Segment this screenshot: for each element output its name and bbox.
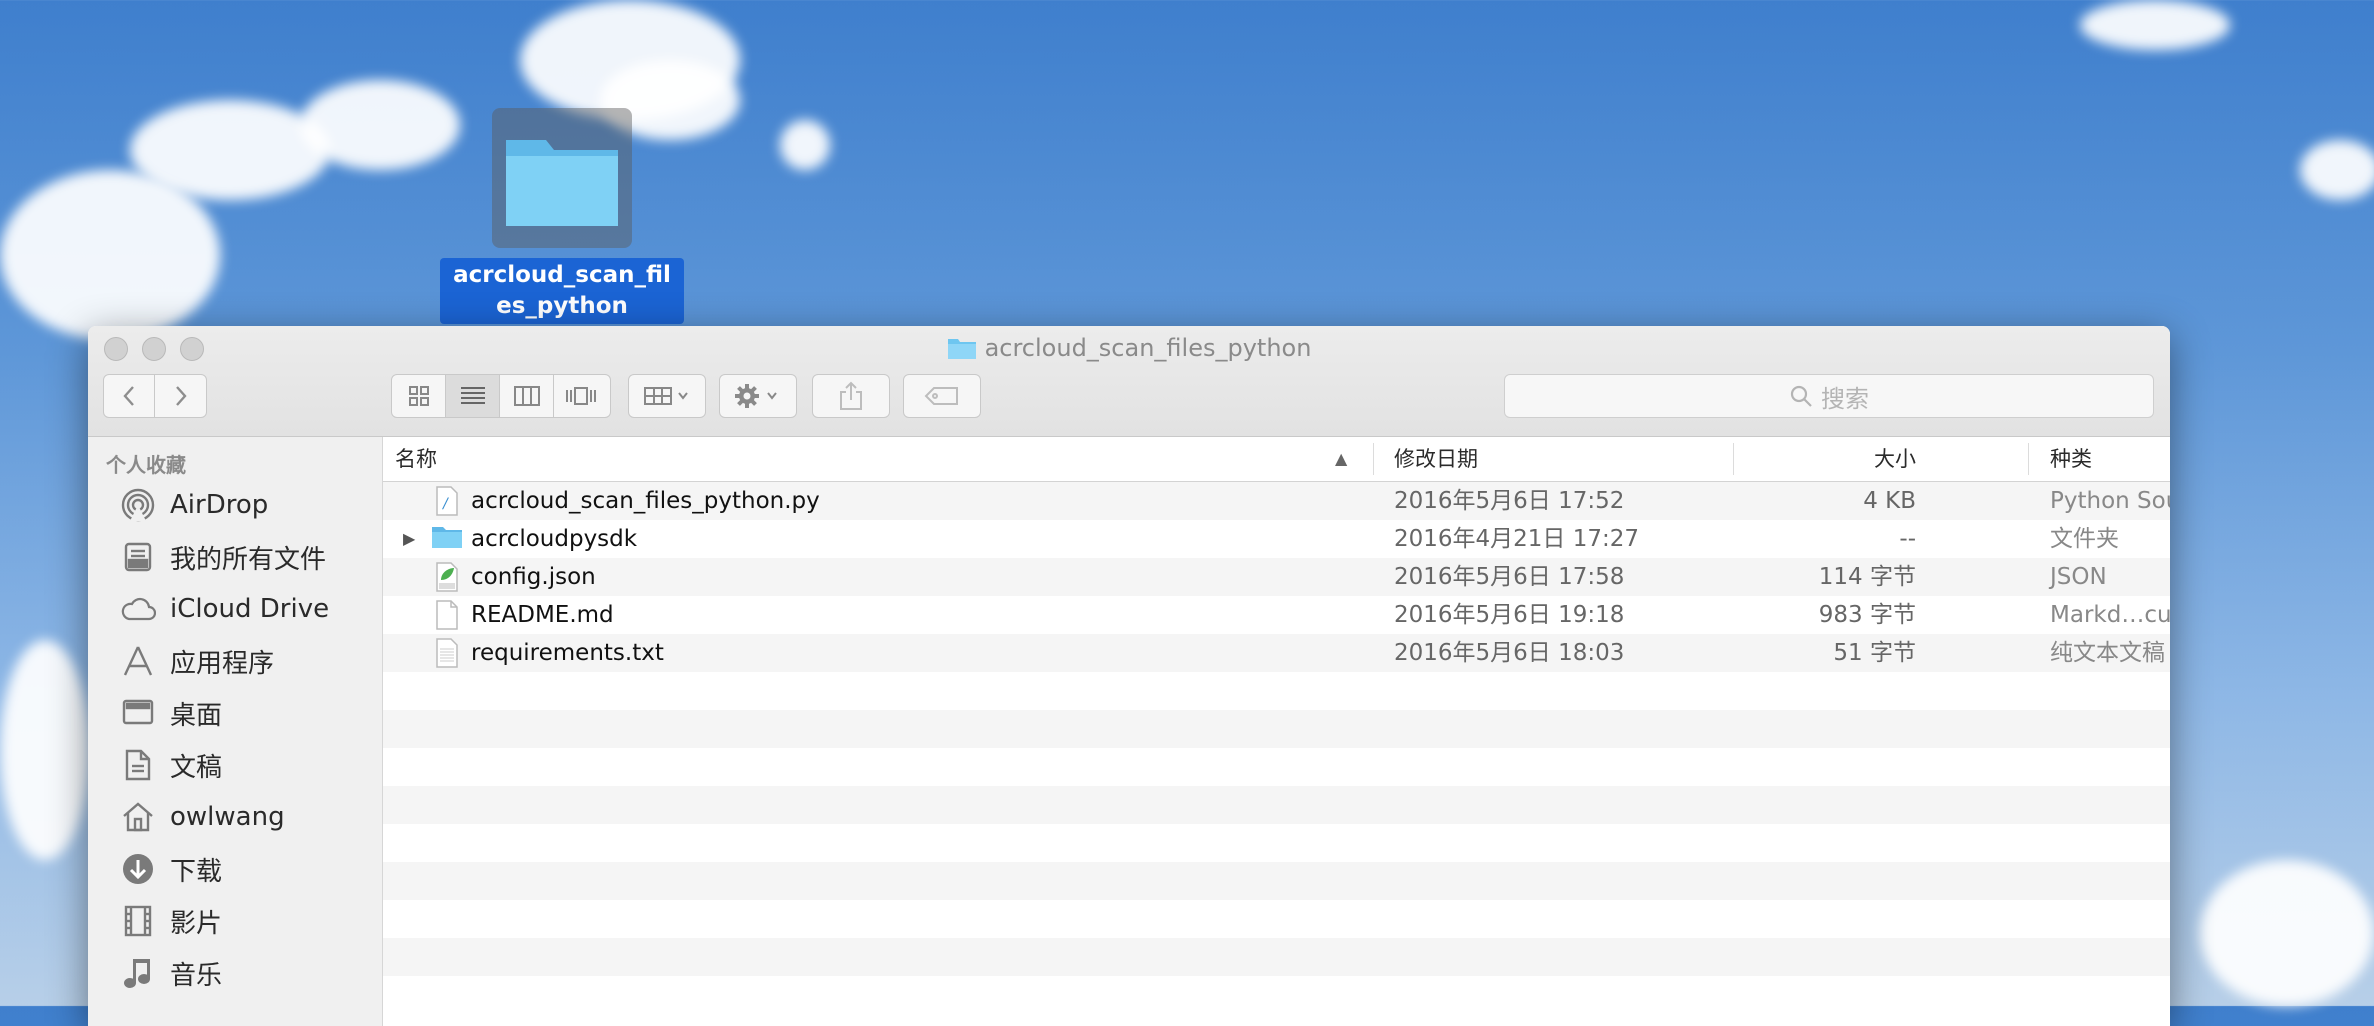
sidebar-item-airdrop[interactable]: AirDrop [88, 479, 382, 531]
list-icon [460, 387, 485, 404]
column-header-name[interactable]: 名称 [395, 437, 437, 481]
file-list: 名称 ▲ 修改日期 大小 种类 / acrcloud_scan_files_py… [383, 437, 2170, 1026]
empty-row [383, 748, 2170, 786]
chevron-right-icon [175, 386, 187, 406]
home-icon [120, 799, 156, 835]
gear-icon [735, 384, 777, 408]
finder-window: acrcloud_scan_files_python 搜索 个人收藏 AirDr… [88, 326, 2170, 1026]
share-icon [840, 381, 862, 410]
column-divider[interactable] [2028, 443, 2029, 475]
title-folder-icon [947, 336, 977, 366]
coverflow-view-button[interactable] [554, 375, 608, 417]
file-row[interactable]: requirements.txt 2016年5月6日 18:03 51 字节 纯… [383, 634, 2170, 672]
search-input[interactable]: 搜索 [1504, 374, 2154, 418]
column-divider[interactable] [1733, 443, 1734, 475]
empty-row [383, 672, 2170, 710]
desktop-icon [120, 695, 156, 731]
empty-row [383, 786, 2170, 824]
file-row[interactable]: ▶ acrcloudpysdk 2016年4月21日 17:27 -- 文件夹 [383, 520, 2170, 558]
sort-ascending-icon: ▲ [1335, 449, 1348, 468]
empty-row [383, 710, 2170, 748]
file-row[interactable]: README.md 2016年5月6日 19:18 983 字节 Markd…c… [383, 596, 2170, 634]
airdrop-icon [120, 487, 156, 523]
sidebar-item-desktop[interactable]: 桌面 [88, 687, 382, 739]
titlebar: acrcloud_scan_files_python 搜索 [88, 326, 2170, 437]
navigation-buttons [103, 374, 207, 418]
file-row[interactable]: / acrcloud_scan_files_python.py 2016年5月6… [383, 482, 2170, 520]
column-header-size[interactable]: 大小 [1874, 437, 1916, 481]
markdown-file-icon [435, 600, 459, 636]
all-files-icon [120, 539, 156, 575]
empty-row [383, 976, 2170, 1014]
column-view-button[interactable] [500, 375, 554, 417]
arrange-button[interactable] [628, 374, 706, 418]
sidebar-item-icloud-drive[interactable]: iCloud Drive [88, 583, 382, 635]
list-view-button[interactable] [446, 375, 500, 417]
documents-icon [120, 747, 156, 783]
back-button[interactable] [104, 375, 156, 417]
sidebar-item-downloads[interactable]: 下载 [88, 843, 382, 895]
desktop-folder-label: acrcloud_scan_files_python [440, 258, 684, 324]
search-icon [1790, 385, 1812, 407]
sidebar-item-home[interactable]: owlwang [88, 791, 382, 843]
applications-icon [120, 643, 156, 679]
icon-view-button[interactable] [392, 375, 446, 417]
window-title: acrcloud_scan_files_python [88, 334, 2170, 366]
icloud-icon [120, 591, 156, 627]
column-divider[interactable] [1373, 443, 1374, 475]
desktop-folder-item[interactable]: acrcloud_scan_files_python [436, 108, 688, 324]
sidebar-item-movies[interactable]: 影片 [88, 895, 382, 947]
coverflow-icon [566, 387, 596, 405]
search-placeholder: 搜索 [1821, 384, 1869, 413]
empty-row [383, 900, 2170, 938]
downloads-icon [120, 851, 156, 887]
empty-row [383, 862, 2170, 900]
tag-icon [924, 387, 958, 405]
disclosure-triangle-icon[interactable]: ▶ [403, 520, 415, 558]
sidebar-section-favorites: 个人收藏 [106, 453, 186, 477]
view-mode-control [391, 374, 611, 418]
text-file-icon [435, 638, 459, 674]
tags-button[interactable] [903, 374, 981, 418]
list-header: 名称 ▲ 修改日期 大小 种类 [383, 437, 2170, 482]
grid-icon [408, 386, 429, 406]
file-row[interactable]: config.json 2016年5月6日 17:58 114 字节 JSON [383, 558, 2170, 596]
sidebar: 个人收藏 AirDrop 我的所有文件 iCloud Drive 应用程序 桌面… [88, 437, 383, 1026]
movies-icon [120, 903, 156, 939]
chevron-left-icon [123, 386, 134, 406]
forward-button[interactable] [155, 375, 206, 417]
sidebar-item-all-files[interactable]: 我的所有文件 [88, 531, 382, 583]
sidebar-item-documents[interactable]: 文稿 [88, 739, 382, 791]
music-icon [120, 955, 156, 991]
sidebar-item-applications[interactable]: 应用程序 [88, 635, 382, 687]
sidebar-item-music[interactable]: 音乐 [88, 947, 382, 999]
columns-icon [513, 386, 540, 406]
action-menu-button[interactable] [719, 374, 797, 418]
column-header-date[interactable]: 修改日期 [1394, 437, 1478, 481]
arrange-icon [644, 387, 688, 405]
python-file-icon: / [435, 486, 459, 522]
empty-row [383, 938, 2170, 976]
folder-icon [432, 524, 463, 556]
json-file-icon [435, 562, 459, 598]
column-header-kind[interactable]: 种类 [2050, 437, 2092, 481]
empty-row [383, 824, 2170, 862]
share-button[interactable] [812, 374, 890, 418]
file-rows: / acrcloud_scan_files_python.py 2016年5月6… [383, 482, 2170, 1014]
folder-icon [492, 108, 632, 248]
